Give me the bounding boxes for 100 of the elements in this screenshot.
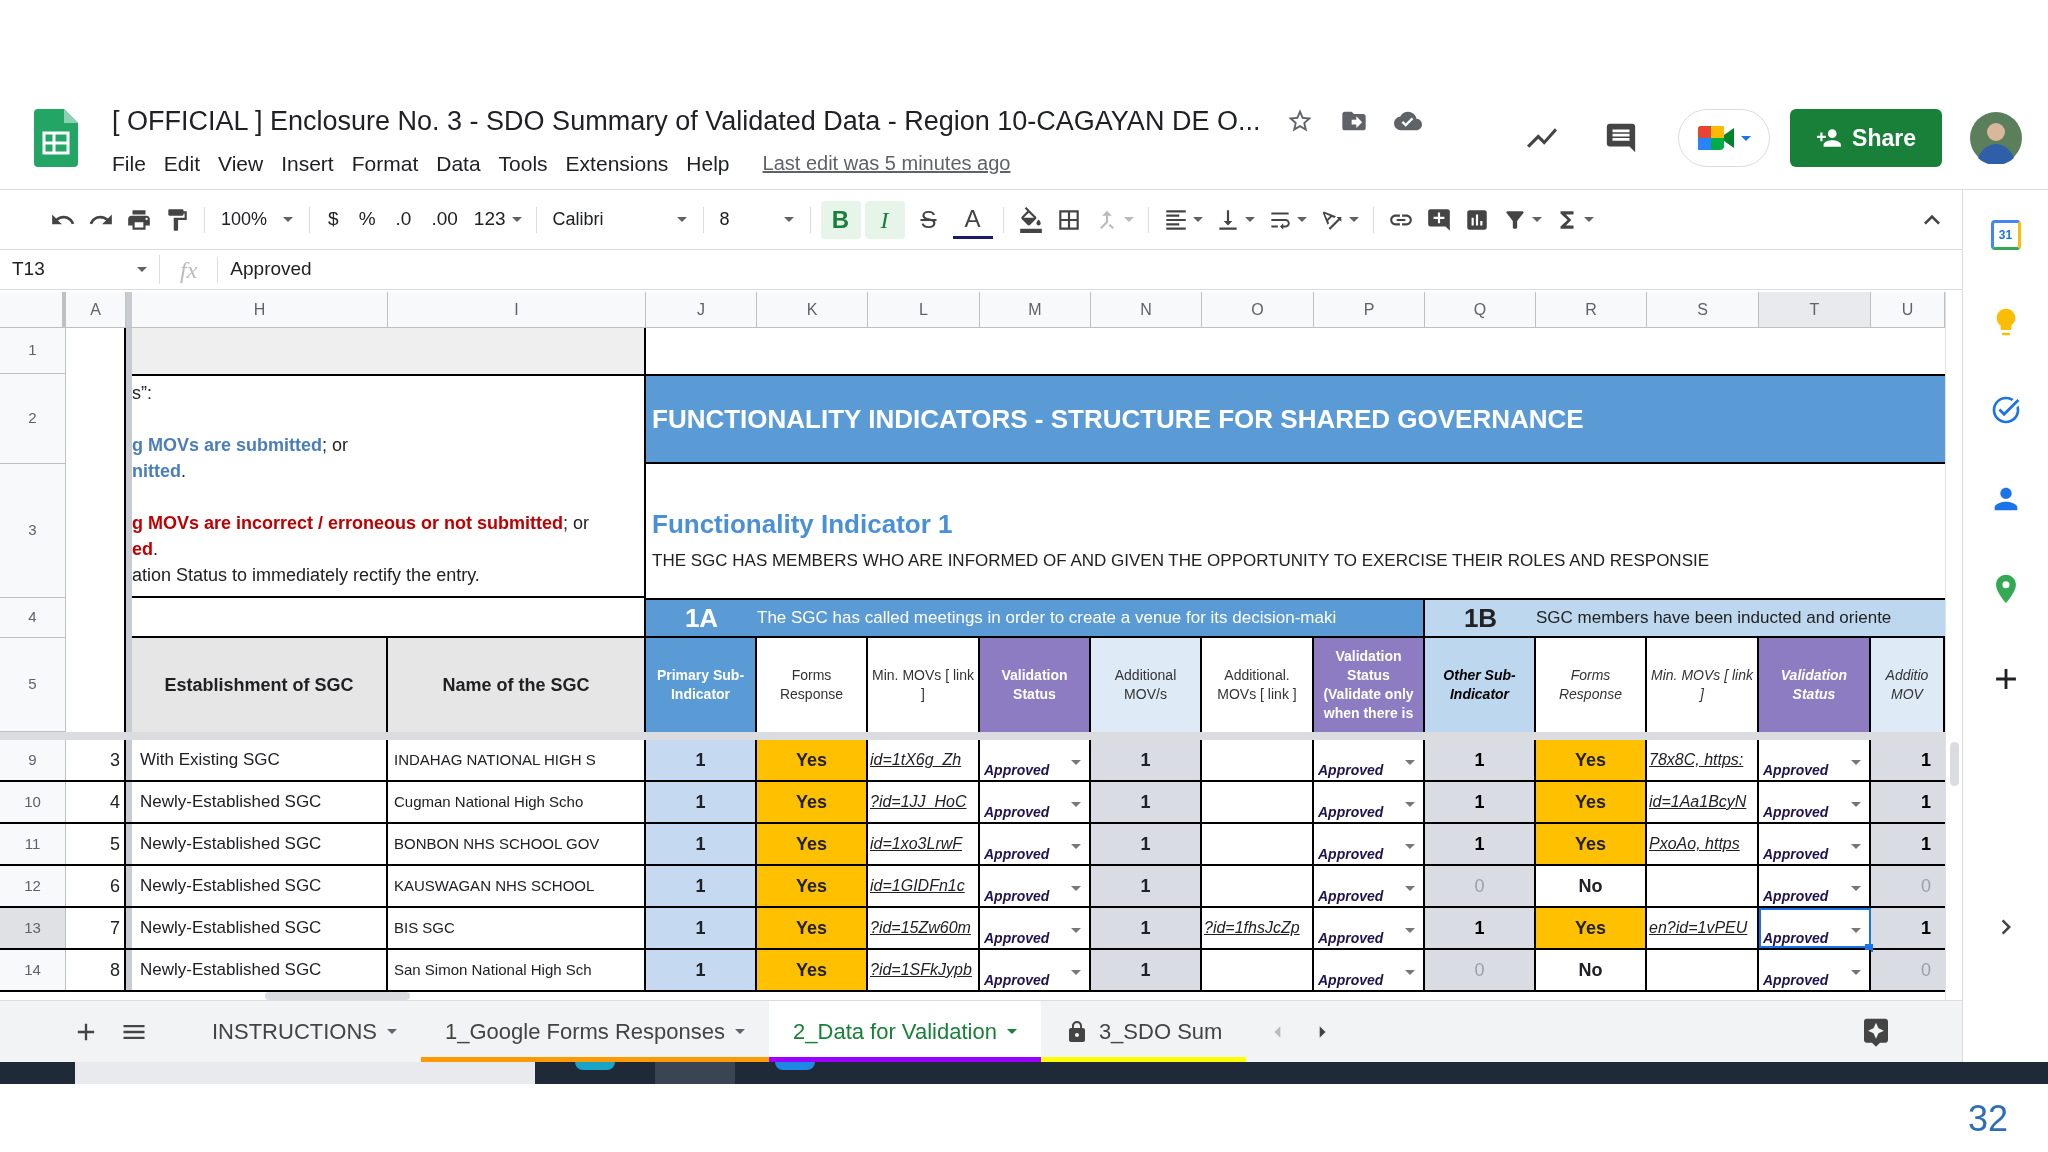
column-header[interactable]: N <box>1091 292 1202 327</box>
percent-button[interactable]: % <box>348 205 386 234</box>
text-color-button[interactable]: A <box>952 200 993 239</box>
status-dropdown-cell[interactable]: Approved <box>1314 740 1425 780</box>
font-size-dropdown[interactable]: 8 <box>711 206 802 233</box>
status-dropdown-cell[interactable]: Approved <box>980 740 1091 780</box>
font-dropdown[interactable]: Calibri <box>544 206 695 233</box>
status-dropdown-cell[interactable]: Approved <box>980 908 1091 948</box>
status-dropdown-cell[interactable]: Approved <box>980 782 1091 822</box>
status-dropdown-cell[interactable]: Approved <box>980 824 1091 864</box>
row-number[interactable]: 9 <box>0 740 66 780</box>
dropdown-caret-icon <box>1244 217 1255 222</box>
status-dropdown-cell[interactable]: Approved <box>1314 866 1425 906</box>
link-cell[interactable]: ?id=1fhsJcZp <box>1202 908 1314 948</box>
menu-item[interactable]: View <box>209 147 273 179</box>
column-heading: Primary Sub-Indicator <box>646 638 757 732</box>
increase-decimals-button[interactable]: .00 <box>421 205 468 234</box>
column-header[interactable]: K <box>757 292 868 327</box>
menu-item[interactable]: Extensions <box>556 147 678 179</box>
sheet-tab[interactable]: 1_Google Forms Responses <box>421 1001 770 1062</box>
text-style-button[interactable]: I <box>864 200 905 239</box>
status-dropdown-cell[interactable]: Approved <box>1314 908 1425 948</box>
row-number[interactable]: 3 <box>0 464 66 598</box>
menu-item[interactable]: Edit <box>154 147 210 179</box>
status-dropdown-cell[interactable]: Approved <box>1759 782 1871 822</box>
status-dropdown-cell[interactable]: Approved <box>980 950 1091 990</box>
link-cell[interactable]: id=1GIDFn1c <box>868 866 980 906</box>
video-camera-icon <box>1697 126 1736 150</box>
menu-item[interactable]: Tools <box>489 147 557 179</box>
row-number[interactable]: 12 <box>0 866 66 906</box>
vertical-scrollbar-thumb[interactable] <box>1949 742 1959 786</box>
zoom-dropdown[interactable]: 100% <box>213 206 302 233</box>
status-dropdown-cell[interactable]: Approved <box>1759 740 1871 780</box>
dropdown-caret-icon <box>1006 1029 1017 1034</box>
status-dropdown-cell[interactable]: Approved <box>1314 950 1425 990</box>
status-dropdown-cell[interactable]: Approved <box>1314 782 1425 822</box>
horizontal-scrollbar-thumb[interactable] <box>265 992 410 1000</box>
link-cell[interactable]: ?id=15Zw60m <box>868 908 980 948</box>
column-header[interactable]: P <box>1314 292 1425 327</box>
column-header[interactable]: Q <box>1425 292 1536 327</box>
sheet-tab[interactable]: INSTRUCTIONS <box>188 1001 421 1062</box>
share-button[interactable]: Share <box>1790 109 1942 167</box>
row-number[interactable]: 10 <box>0 782 66 822</box>
text-style-button[interactable]: B <box>820 200 861 239</box>
table-cell: 1 <box>1091 824 1202 864</box>
link-cell[interactable]: id=1Aa1BcyN <box>1647 782 1759 822</box>
dropdown-caret-icon <box>1851 928 1861 933</box>
column-header[interactable]: J <box>646 292 757 327</box>
currency-button[interactable]: $ <box>318 205 349 234</box>
status-dropdown-cell[interactable]: Approved <box>980 866 1091 906</box>
last-edit-link[interactable]: Last edit was 5 minutes ago <box>762 148 1011 179</box>
link-cell[interactable]: PxoAo, https <box>1647 824 1759 864</box>
text-style-button[interactable]: S <box>908 200 949 239</box>
column-header[interactable]: H <box>132 292 388 327</box>
menu-item[interactable]: Insert <box>272 147 343 179</box>
table-cell: 0 <box>1871 866 1945 906</box>
column-header[interactable]: T <box>1759 292 1871 327</box>
calendar-icon[interactable]: 31 <box>1990 220 2021 250</box>
spreadsheet-logo[interactable] <box>34 109 78 167</box>
instruction-text: g MOVs are submitted; or <box>132 434 350 457</box>
table-cell: 1 <box>1091 740 1202 780</box>
column-header[interactable]: U <box>1871 292 1945 327</box>
table-cell: 0 <box>1425 950 1536 990</box>
row-number[interactable]: 11 <box>0 824 66 864</box>
column-header[interactable]: M <box>980 292 1091 327</box>
number-format-dropdown[interactable]: 123 <box>467 205 528 234</box>
link-cell[interactable]: en?id=1vPEU <box>1647 908 1759 948</box>
link-cell[interactable]: 78x8C, https: <box>1647 740 1759 780</box>
row-number[interactable]: 4 <box>0 598 66 638</box>
menu-item[interactable]: File <box>112 147 155 179</box>
link-cell[interactable]: id=1tX6g_Zh <box>868 740 980 780</box>
row-number[interactable]: 14 <box>0 950 66 990</box>
dropdown-caret-icon <box>387 1029 397 1034</box>
decrease-decimals-button[interactable]: .0 <box>385 205 422 234</box>
status-dropdown-cell[interactable]: Approved <box>1759 950 1871 990</box>
menu-item[interactable]: Format <box>342 147 428 179</box>
status-dropdown-cell[interactable]: Approved <box>1314 824 1425 864</box>
row-number[interactable]: 5 <box>0 638 66 732</box>
table-cell: Yes <box>757 950 868 990</box>
dropdown-caret-icon <box>1123 217 1134 222</box>
link-cell[interactable]: ?id=1SFkJypb <box>868 950 980 990</box>
sheet-tab[interactable]: 3_SDO Sum <box>1040 1001 1247 1062</box>
column-header[interactable]: R <box>1536 292 1647 327</box>
status-dropdown-cell[interactable]: Approved <box>1759 824 1871 864</box>
name-box[interactable]: T13 <box>0 255 160 284</box>
status-dropdown-cell[interactable]: Approved <box>1759 866 1871 906</box>
menu-item[interactable]: Data <box>427 147 490 179</box>
row-number[interactable]: 1 <box>0 328 66 374</box>
link-cell[interactable]: id=1xo3LrwF <box>868 824 980 864</box>
row-number[interactable]: 13 <box>0 908 66 948</box>
avatar[interactable] <box>1970 112 2022 164</box>
link-cell[interactable]: ?id=1JJ_HoC <box>868 782 980 822</box>
column-header[interactable]: I <box>388 292 646 327</box>
column-header[interactable]: L <box>868 292 980 327</box>
formula-field[interactable]: Approved <box>230 255 312 284</box>
sheet-tab[interactable]: 2_Data for Validation <box>769 1001 1041 1062</box>
row-number[interactable]: 2 <box>0 374 66 464</box>
menu-item[interactable]: Help <box>677 147 739 179</box>
column-header[interactable]: O <box>1202 292 1314 327</box>
document-title[interactable]: [ OFFICIAL ] Enclosure No. 3 - SDO Summary of Validated Data - Region 10-CAGAYAN DE O... <box>112 101 1261 142</box>
